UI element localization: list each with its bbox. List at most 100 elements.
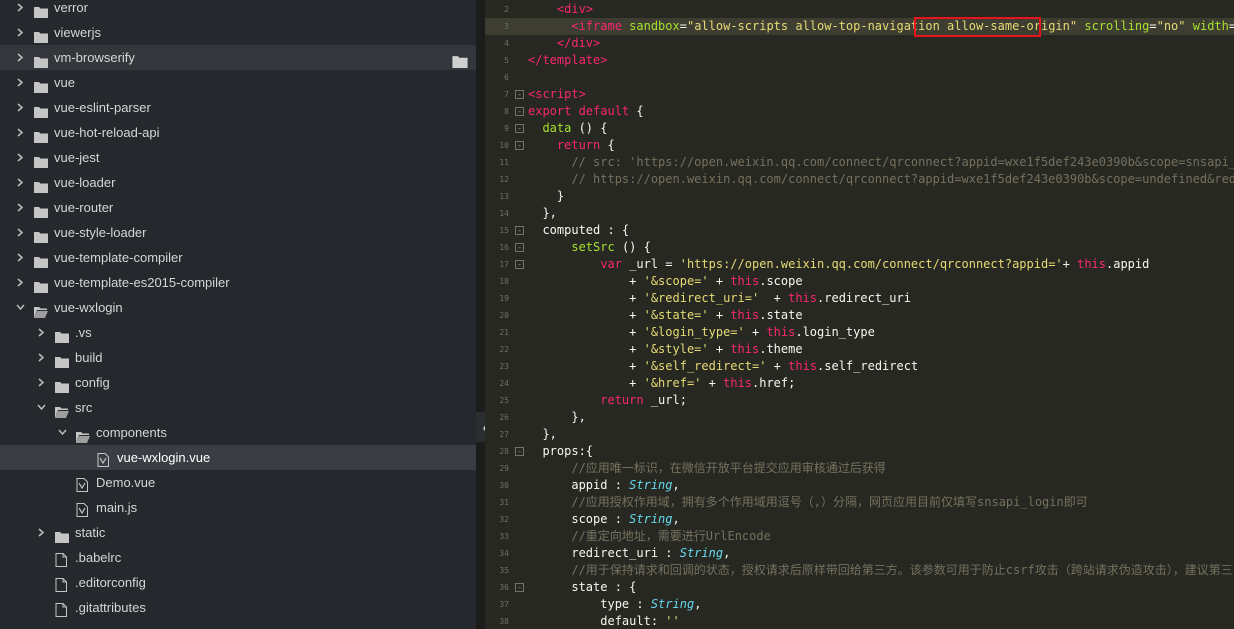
chevron-right-icon[interactable] [14, 70, 26, 95]
chevron-right-icon[interactable] [35, 320, 47, 345]
code-line[interactable]: 18 + '&scope=' + this.scope [485, 273, 1234, 290]
code-text[interactable]: state : { [528, 579, 636, 596]
fold-toggle-icon[interactable]: - [515, 90, 524, 99]
chevron-right-icon[interactable] [14, 220, 26, 245]
code-text[interactable]: + '&redirect_uri=' + this.redirect_uri [528, 290, 911, 307]
tree-folder-vue[interactable]: vue [0, 70, 476, 95]
code-text[interactable]: redirect_uri : String, [528, 545, 730, 562]
code-line[interactable]: 20 + '&state=' + this.state [485, 307, 1234, 324]
code-line[interactable]: 17- var _url = 'https://open.weixin.qq.c… [485, 256, 1234, 273]
code-line[interactable]: 38 default: '' [485, 613, 1234, 629]
chevron-right-icon[interactable] [14, 195, 26, 220]
code-line[interactable]: 29 //应用唯一标识，在微信开放平台提交应用审核通过后获得 [485, 460, 1234, 477]
tree-folder-src[interactable]: src [0, 395, 476, 420]
tree-folder-vue-loader[interactable]: vue-loader [0, 170, 476, 195]
code-line[interactable]: 13 } [485, 188, 1234, 205]
chevron-right-icon[interactable] [14, 245, 26, 270]
code-text[interactable]: + '&self_redirect=' + this.self_redirect [528, 358, 918, 375]
tree-folder-vue-template-compiler[interactable]: vue-template-compiler [0, 245, 476, 270]
tree-folder-vue-router[interactable]: vue-router [0, 195, 476, 220]
code-text[interactable]: }, [528, 409, 585, 426]
code-text[interactable]: computed : { [528, 222, 629, 239]
fold-toggle-icon[interactable]: - [515, 124, 524, 133]
code-line[interactable]: 37 type : String, [485, 596, 1234, 613]
code-text[interactable]: scope : String, [528, 511, 679, 528]
chevron-right-icon[interactable] [14, 145, 26, 170]
code-text[interactable]: props:{ [528, 443, 593, 460]
tree-folder-verror[interactable]: verror [0, 0, 476, 20]
code-line[interactable]: 15- computed : { [485, 222, 1234, 239]
tree-folder-vue-hot-reload-api[interactable]: vue-hot-reload-api [0, 120, 476, 145]
code-text[interactable]: + '&state=' + this.state [528, 307, 802, 324]
code-line[interactable]: 32 scope : String, [485, 511, 1234, 528]
fold-toggle-icon[interactable]: - [515, 141, 524, 150]
fold-toggle-icon[interactable]: - [515, 447, 524, 456]
chevron-down-icon[interactable] [14, 295, 26, 320]
tree-file-gitattributes[interactable]: .gitattributes [0, 595, 476, 620]
code-line[interactable]: 36- state : { [485, 579, 1234, 596]
tree-folder-config[interactable]: config [0, 370, 476, 395]
chevron-down-icon[interactable] [35, 395, 47, 420]
code-text[interactable]: //应用唯一标识，在微信开放平台提交应用审核通过后获得 [528, 460, 885, 477]
fold-toggle-icon[interactable]: - [515, 243, 524, 252]
code-text[interactable]: }, [528, 426, 556, 443]
code-text[interactable]: type : String, [528, 596, 701, 613]
code-line[interactable]: 26 }, [485, 409, 1234, 426]
code-line[interactable]: 3 <iframe sandbox="allow-scripts allow-t… [485, 18, 1234, 35]
code-text[interactable]: //用于保持请求和回调的状态，授权请求后原样带回给第三方。该参数可用于防止csr… [528, 562, 1232, 579]
tree-folder-static[interactable]: static [0, 520, 476, 545]
code-text[interactable]: <script> [528, 86, 586, 103]
code-line[interactable]: 24 + '&href=' + this.href; [485, 375, 1234, 392]
fold-toggle-icon[interactable]: - [515, 226, 524, 235]
code-text[interactable]: }, [528, 205, 556, 222]
code-text[interactable]: return _url; [528, 392, 687, 409]
chevron-right-icon[interactable] [14, 0, 26, 20]
fold-toggle-icon[interactable]: - [515, 107, 524, 116]
code-line[interactable]: 27 }, [485, 426, 1234, 443]
tree-file-demo-vue[interactable]: Demo.vue [0, 470, 476, 495]
tree-folder-viewerjs[interactable]: viewerjs [0, 20, 476, 45]
code-text[interactable]: default: '' [528, 613, 680, 629]
code-line[interactable]: 5 </template> [485, 52, 1234, 69]
tree-folder-build[interactable]: build [0, 345, 476, 370]
chevron-right-icon[interactable] [35, 520, 47, 545]
code-line[interactable]: 19 + '&redirect_uri=' + this.redirect_ur… [485, 290, 1234, 307]
code-text[interactable]: <div> [528, 1, 593, 18]
code-text[interactable]: <iframe sandbox="allow-scripts allow-top… [528, 18, 1234, 35]
code-line[interactable]: 7- <script> [485, 86, 1234, 103]
chevron-right-icon[interactable] [14, 270, 26, 295]
code-line[interactable]: 23 + '&self_redirect=' + this.self_redir… [485, 358, 1234, 375]
code-line[interactable]: 33 //重定向地址，需要进行UrlEncode [485, 528, 1234, 545]
tree-folder-vue-style-loader[interactable]: vue-style-loader [0, 220, 476, 245]
code-text[interactable]: + '&login_type=' + this.login_type [528, 324, 875, 341]
code-line[interactable]: 30 appid : String, [485, 477, 1234, 494]
code-line[interactable]: 35 //用于保持请求和回调的状态，授权请求后原样带回给第三方。该参数可用于防止… [485, 562, 1234, 579]
chevron-down-icon[interactable] [56, 420, 68, 445]
code-text[interactable]: var _url = 'https://open.weixin.qq.com/c… [528, 256, 1149, 273]
tree-folder-vs[interactable]: .vs [0, 320, 476, 345]
tree-file-main-js[interactable]: main.js [0, 495, 476, 520]
code-text[interactable]: // https://open.weixin.qq.com/connect/qr… [528, 171, 1234, 188]
code-text[interactable]: appid : String, [528, 477, 679, 494]
tree-folder-vue-wxlogin[interactable]: vue-wxlogin [0, 295, 476, 320]
code-line[interactable]: 6 [485, 69, 1234, 86]
code-text[interactable]: + '&scope=' + this.scope [528, 273, 802, 290]
code-line[interactable]: 21 + '&login_type=' + this.login_type [485, 324, 1234, 341]
code-text[interactable]: //应用授权作用域，拥有多个作用域用逗号（,）分隔，网页应用目前仅填写snsap… [528, 494, 1087, 511]
chevron-right-icon[interactable] [14, 20, 26, 45]
code-line[interactable]: 12 // https://open.weixin.qq.com/connect… [485, 171, 1234, 188]
chevron-right-icon[interactable] [14, 170, 26, 195]
chevron-right-icon[interactable] [14, 45, 26, 70]
chevron-right-icon[interactable] [35, 370, 47, 395]
code-line[interactable]: 28- props:{ [485, 443, 1234, 460]
code-text[interactable]: //重定向地址，需要进行UrlEncode [528, 528, 770, 545]
fold-toggle-icon[interactable]: - [515, 583, 524, 592]
code-editor[interactable]: 2 <div> 3 <iframe sandbox="allow-scripts … [485, 0, 1234, 629]
code-line[interactable]: 11 // src: 'https://open.weixin.qq.com/c… [485, 154, 1234, 171]
code-line[interactable]: 14 }, [485, 205, 1234, 222]
code-line[interactable]: 4 </div> [485, 35, 1234, 52]
code-text[interactable]: // src: 'https://open.weixin.qq.com/conn… [528, 154, 1234, 171]
code-line[interactable]: 9- data () { [485, 120, 1234, 137]
code-text[interactable]: data () { [528, 120, 607, 137]
fold-toggle-icon[interactable]: - [515, 260, 524, 269]
